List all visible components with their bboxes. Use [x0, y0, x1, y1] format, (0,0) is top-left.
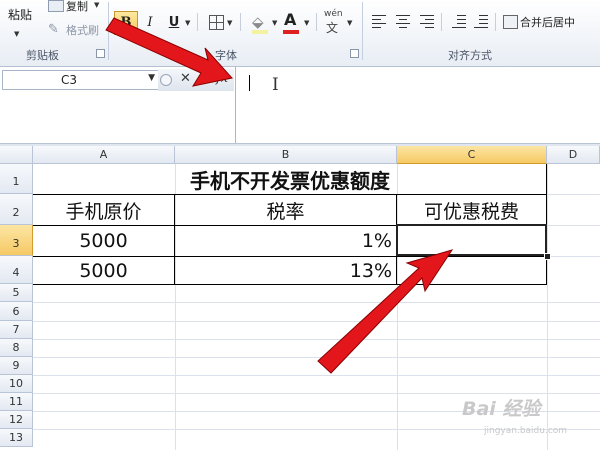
underline-button[interactable]: U [162, 11, 186, 35]
gridline [547, 256, 600, 257]
row-header[interactable]: 1 [0, 164, 33, 194]
toolbar-divider [441, 13, 442, 31]
toolbar-divider [240, 13, 241, 31]
format-painter-icon: ✎ [48, 22, 59, 37]
font-color-icon[interactable]: A [284, 10, 296, 29]
borders-icon[interactable] [209, 15, 224, 30]
merge-center-icon [503, 15, 518, 29]
copy-icon [48, 0, 64, 12]
copy-button[interactable]: 复制 [66, 0, 88, 14]
watermark-logo: Bai 经验 [462, 398, 541, 420]
borders-dropdown-icon[interactable]: ▼ [227, 19, 232, 27]
phonetic-dropdown-icon[interactable]: ▼ [347, 19, 352, 27]
row-header[interactable]: 3 [0, 225, 33, 256]
column-header-b[interactable]: B [175, 146, 397, 164]
insert-function-button[interactable]: fx [216, 71, 228, 86]
column-header-d[interactable]: D [547, 146, 600, 164]
close-icon[interactable]: ✕ [180, 71, 191, 86]
fill-color-swatch [252, 30, 268, 34]
row-header[interactable]: 9 [0, 357, 33, 375]
gridline [33, 339, 600, 340]
name-box[interactable]: C3 ▼ [2, 70, 159, 90]
row-header[interactable]: 8 [0, 339, 33, 357]
toolbar-divider [316, 13, 317, 31]
align-right-icon[interactable] [420, 14, 434, 28]
fill-color-dropdown-icon[interactable]: ▼ [272, 19, 277, 27]
formula-bar: C3 ▼ ✕ ✔ fx I [0, 67, 600, 145]
align-center-icon[interactable] [396, 14, 410, 28]
row-header[interactable]: 10 [0, 375, 33, 393]
font-dialog-launcher[interactable] [350, 49, 359, 58]
active-cell-outline [396, 224, 547, 256]
check-icon[interactable]: ✔ [198, 71, 210, 87]
group-separator [362, 2, 363, 60]
format-painter-button[interactable]: 格式刷 [66, 22, 99, 38]
watermark: Bai 经验 jingyan.baidu.com [462, 394, 597, 444]
column-header-c[interactable]: C [397, 146, 547, 164]
row-header[interactable]: 13 [0, 429, 33, 447]
group-separator [108, 2, 109, 60]
table-cell-rate[interactable]: 13% [175, 257, 396, 284]
toolbar-divider [495, 13, 496, 31]
font-group-label: 字体 [215, 49, 237, 62]
ribbon: 粘贴 ▼ 复制 ▼ ✎ 格式刷 剪贴板 B I U ▼ ▼ ⬙ ▼ A ▼ wé… [0, 0, 600, 67]
gridline [33, 375, 600, 376]
row-header[interactable]: 4 [0, 256, 33, 284]
font-color-swatch [283, 30, 299, 34]
sheet-title-cell[interactable]: 手机不开发票优惠额度 [33, 164, 547, 194]
gridline [547, 225, 600, 226]
table-cell-rate[interactable]: 1% [175, 226, 396, 256]
header-cell-rate[interactable]: 税率 [175, 195, 396, 225]
row-header[interactable]: 5 [0, 284, 33, 302]
table-cell-price[interactable]: 5000 [33, 226, 174, 256]
table-cell-price[interactable]: 5000 [33, 257, 174, 284]
row-header[interactable]: 7 [0, 321, 33, 339]
phonetic-guide-glyph: 文 [326, 21, 339, 35]
fill-color-icon[interactable]: ⬙ [252, 13, 264, 31]
formula-bar-grip[interactable] [160, 74, 172, 86]
clipboard-group-label: 剪贴板 [26, 49, 59, 62]
select-all-corner[interactable] [0, 146, 33, 164]
paste-button[interactable]: 粘贴 [8, 6, 32, 23]
paste-dropdown-icon[interactable]: ▼ [14, 30, 19, 38]
gridline [33, 321, 600, 322]
fill-handle[interactable] [544, 253, 551, 260]
increase-indent-icon[interactable] [474, 14, 488, 28]
watermark-site: jingyan.baidu.com [484, 426, 568, 436]
gridline [33, 302, 600, 303]
italic-button[interactable]: I [138, 11, 162, 35]
clipboard-dialog-launcher[interactable] [96, 49, 105, 58]
underline-dropdown-icon[interactable]: ▼ [185, 19, 190, 27]
gridline [547, 194, 600, 195]
column-header-a[interactable]: A [33, 146, 175, 164]
decrease-indent-icon[interactable] [452, 14, 466, 28]
table-cell-benefit[interactable] [397, 257, 546, 284]
row-header[interactable]: 2 [0, 194, 33, 225]
copy-dropdown-icon[interactable]: ▼ [94, 1, 99, 9]
phonetic-guide-icon[interactable]: wén [324, 9, 343, 19]
row-header[interactable]: 6 [0, 302, 33, 321]
formula-buttons: ✕ ✔ fx [158, 69, 234, 91]
bold-button[interactable]: B [114, 11, 138, 35]
ibeam-cursor-icon: I [272, 75, 279, 95]
alignment-group-label: 对齐方式 [448, 49, 492, 62]
merge-center-button[interactable]: 合并后居中 [520, 14, 575, 30]
text-caret [249, 75, 250, 91]
header-cell-price[interactable]: 手机原价 [33, 195, 174, 225]
align-left-icon[interactable] [372, 14, 386, 28]
row-header[interactable]: 11 [0, 393, 33, 411]
table-border [33, 284, 547, 285]
row-header[interactable]: 12 [0, 411, 33, 429]
name-box-value: C3 [61, 73, 78, 87]
header-cell-benefit[interactable]: 可优惠税费 [397, 195, 546, 225]
toolbar-divider [197, 13, 198, 31]
font-color-dropdown-icon[interactable]: ▼ [304, 19, 309, 27]
gridline [33, 357, 600, 358]
chevron-down-icon[interactable]: ▼ [148, 73, 155, 83]
formula-input[interactable]: I [235, 67, 600, 145]
